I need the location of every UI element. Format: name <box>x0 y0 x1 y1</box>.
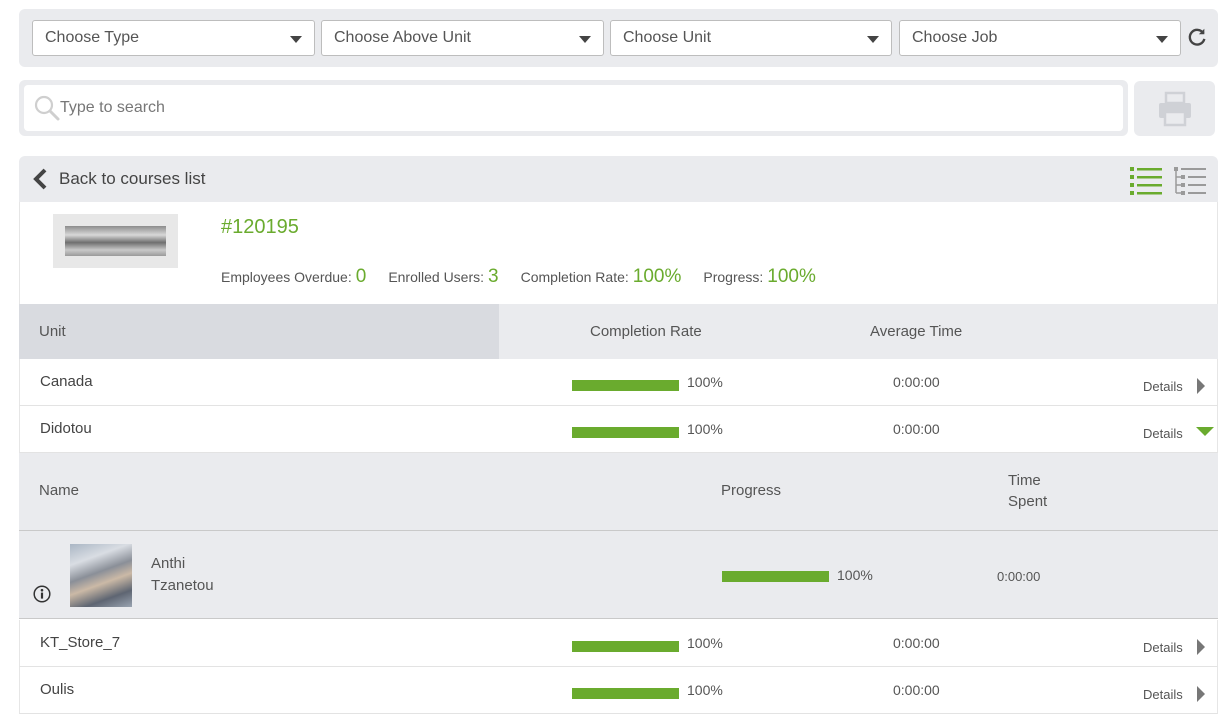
unit-select[interactable]: Choose Unit <box>610 20 892 56</box>
completion-rate-value: 100% <box>632 266 682 287</box>
completion-bar-fill <box>572 427 679 438</box>
details-label: Details <box>1143 379 1183 394</box>
details-label: Details <box>1143 640 1183 655</box>
details-button[interactable]: Details <box>1143 638 1205 655</box>
enrolled-label: Enrolled Users: <box>388 269 485 285</box>
caret-right-icon <box>1196 377 1205 394</box>
caret-down-icon <box>1195 427 1214 436</box>
employee-progress: 100% <box>837 567 873 583</box>
course-report-panel: Back to courses list #120195 Employees O… <box>19 156 1218 716</box>
completion-rate: 100% <box>687 421 723 437</box>
chevron-down-icon <box>579 36 591 43</box>
overdue-value: 0 <box>355 266 367 287</box>
employee-last-name: Tzanetou <box>151 577 214 594</box>
details-button[interactable]: Details <box>1143 426 1214 441</box>
course-image <box>65 226 166 256</box>
table-row: Canada 100% 0:00:00 Details <box>19 359 1218 406</box>
employee-progress-bar <box>722 571 829 582</box>
completion-bar-fill <box>572 688 679 699</box>
time-spent-column-header[interactable]: Time Spent <box>1008 470 1047 512</box>
unit-select-value: Choose Unit <box>623 29 712 46</box>
employee-time-spent: 0:00:00 <box>997 569 1041 584</box>
chevron-down-icon <box>1156 36 1168 43</box>
filter-bar: Choose Type Choose Above Unit Choose Uni… <box>19 9 1218 67</box>
unit-name: Oulis <box>40 681 75 698</box>
back-to-courses-link[interactable]: Back to courses list <box>33 167 205 191</box>
search-icon <box>34 95 60 121</box>
table-row: Didotou 100% 0:00:00 Details <box>19 406 1218 453</box>
unit-column-header[interactable]: Unit <box>19 304 499 359</box>
back-label: Back to courses list <box>59 169 206 188</box>
details-label: Details <box>1143 687 1183 702</box>
chevron-left-icon <box>33 168 47 190</box>
name-column-header[interactable]: Name <box>39 482 79 499</box>
caret-right-icon <box>1196 638 1205 655</box>
employee-name[interactable]: Anthi Tzanetou <box>151 553 214 597</box>
overdue-label: Employees Overdue: <box>221 269 352 285</box>
above-unit-select-value: Choose Above Unit <box>334 29 471 46</box>
refresh-icon[interactable] <box>1186 26 1208 48</box>
completion-bar <box>572 380 679 391</box>
caret-right-icon <box>1196 685 1205 702</box>
job-select[interactable]: Choose Job <box>899 20 1181 56</box>
employee-first-name: Anthi <box>151 555 186 572</box>
completion-rate-label: Completion Rate: <box>520 269 629 285</box>
average-time: 0:00:00 <box>893 374 940 390</box>
type-select[interactable]: Choose Type <box>32 20 315 56</box>
search-input[interactable] <box>60 85 1060 131</box>
employee-row[interactable]: Anthi Tzanetou 100% 0:00:00 <box>19 531 1218 619</box>
enrolled-value: 3 <box>488 266 499 287</box>
course-thumbnail <box>53 214 178 268</box>
completion-bar <box>572 427 679 438</box>
average-time-column-header[interactable]: Average Time <box>870 304 962 359</box>
job-select-value: Choose Job <box>912 29 998 46</box>
average-time: 0:00:00 <box>893 421 940 437</box>
completion-bar-fill <box>572 641 679 652</box>
completion-bar <box>572 641 679 652</box>
completion-rate: 100% <box>687 374 723 390</box>
print-icon <box>1158 91 1191 126</box>
progress-column-header[interactable]: Progress <box>721 482 781 499</box>
unit-name: KT_Store_7 <box>40 634 121 651</box>
employee-progress-fill <box>722 571 829 582</box>
time-spent-line1: Time <box>1008 472 1041 489</box>
details-label: Details <box>1143 426 1183 441</box>
unit-name: Canada <box>40 373 93 390</box>
completion-rate-column-header[interactable]: Completion Rate <box>590 304 702 359</box>
tree-view-icon[interactable] <box>1174 165 1206 197</box>
print-button[interactable] <box>1134 81 1215 136</box>
employees-table-header: Name Progress Time Spent <box>19 453 1218 531</box>
course-stats: Employees Overdue: 0 Enrolled Users: 3 C… <box>221 266 838 288</box>
details-button[interactable]: Details <box>1143 377 1205 394</box>
table-row: KT_Store_7 100% 0:00:00 Details <box>19 620 1218 667</box>
search-bar <box>19 80 1128 136</box>
progress-label: Progress: <box>703 269 764 285</box>
completion-rate: 100% <box>687 682 723 698</box>
average-time: 0:00:00 <box>893 682 940 698</box>
details-button[interactable]: Details <box>1143 685 1205 702</box>
average-time: 0:00:00 <box>893 635 940 651</box>
chevron-down-icon <box>290 36 302 43</box>
completion-bar-fill <box>572 380 679 391</box>
panel-header: Back to courses list <box>19 156 1218 202</box>
completion-bar <box>572 688 679 699</box>
above-unit-select[interactable]: Choose Above Unit <box>321 20 604 56</box>
time-spent-line2: Spent <box>1008 493 1048 510</box>
info-icon[interactable] <box>33 585 51 603</box>
chevron-down-icon <box>867 36 879 43</box>
table-row: Oulis 100% 0:00:00 Details <box>19 667 1218 714</box>
unit-name: Didotou <box>40 420 92 437</box>
list-view-icon[interactable] <box>1130 165 1162 197</box>
avatar <box>70 544 132 607</box>
course-id: #120195 <box>221 216 299 238</box>
type-select-value: Choose Type <box>45 29 139 46</box>
completion-rate: 100% <box>687 635 723 651</box>
course-info: #120195 Employees Overdue: 0 Enrolled Us… <box>19 202 1218 304</box>
progress-value: 100% <box>767 266 816 287</box>
units-table-header: Unit Completion Rate Average Time <box>19 304 1218 359</box>
